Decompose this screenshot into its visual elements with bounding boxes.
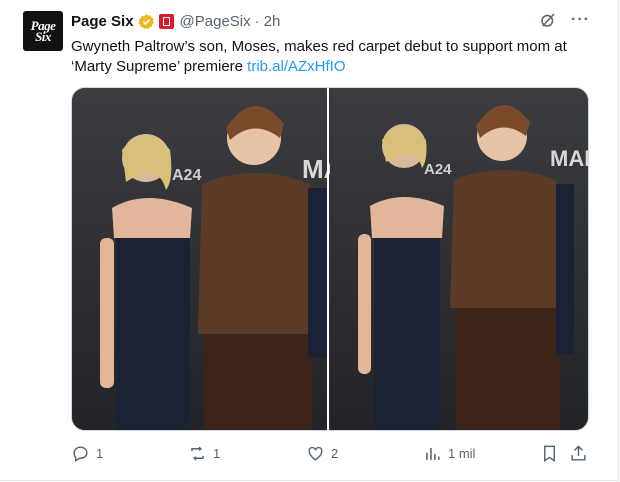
views-button[interactable]: 1 mil [423, 444, 475, 463]
post-link[interactable]: trib.al/AZxHfIO [247, 58, 345, 75]
header-actions: ··· [539, 11, 590, 29]
avatar[interactable]: Page Six [23, 11, 63, 51]
reply-icon [73, 446, 88, 462]
bookmark-icon [544, 445, 555, 462]
action-bar: 1 1 2 1 mil [71, 444, 591, 466]
post-text: Gwyneth Paltrow’s son, Moses, makes red … [71, 37, 591, 77]
grok-icon[interactable] [539, 11, 557, 29]
a24-logo-left: A24 [172, 167, 201, 184]
author-name[interactable]: Page Six [71, 13, 134, 30]
post-header: Page Six @PageSix · 2h [71, 11, 280, 31]
media-photos: MARY SUPRE A24 MARY SUPRE A24 [72, 88, 588, 430]
views-icon [426, 447, 440, 460]
share-icon [571, 445, 586, 461]
like-count: 2 [331, 446, 339, 461]
bookmark-button[interactable] [540, 444, 559, 463]
photo-right: MARY SUPRE A24 [330, 88, 588, 430]
more-icon[interactable]: ··· [571, 12, 590, 28]
avatar-text-bottom: Six [35, 29, 51, 44]
like-button[interactable]: 2 [306, 444, 338, 463]
repost-button[interactable]: 1 [188, 444, 220, 463]
separator-dot: · [254, 12, 260, 30]
like-icon [308, 446, 323, 461]
repost-icon [191, 446, 204, 461]
views-count: 1 mil [448, 446, 476, 461]
verified-badge-icon[interactable] [137, 13, 155, 30]
repost-count: 1 [213, 446, 221, 461]
author-handle[interactable]: @PageSix [180, 13, 251, 30]
backdrop-text-right: MARY SUPRE [550, 146, 588, 171]
affiliate-badge-icon[interactable] [158, 13, 174, 29]
reply-button[interactable]: 1 [71, 444, 103, 463]
post-time[interactable]: 2h [264, 13, 281, 30]
reply-count: 1 [96, 446, 104, 461]
share-button[interactable] [569, 444, 588, 463]
post-media[interactable]: MARY SUPRE A24 MARY SUPRE A24 [71, 87, 589, 431]
a24-logo-right: A24 [424, 161, 452, 178]
